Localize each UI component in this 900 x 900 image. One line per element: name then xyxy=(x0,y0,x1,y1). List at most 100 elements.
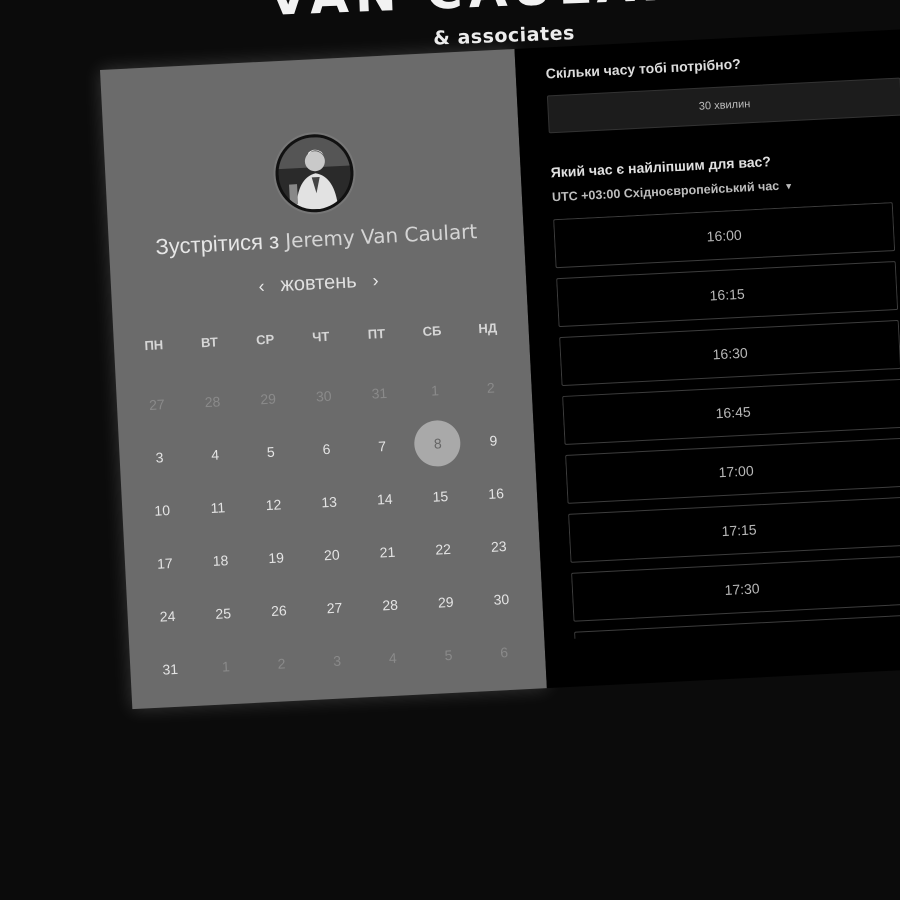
calendar-day-label: 5 xyxy=(266,443,276,460)
calendar-day[interactable]: 27 xyxy=(305,579,363,635)
time-slot-button[interactable]: 16:00 xyxy=(553,202,896,269)
calendar-day[interactable]: 10 xyxy=(133,482,191,538)
time-slot-button[interactable]: 17:15 xyxy=(568,496,900,563)
calendar-day-label: 25 xyxy=(214,604,232,622)
calendar-day[interactable]: 29 xyxy=(417,574,475,630)
month-label: жовтень xyxy=(279,270,358,297)
calendar-day-label: 21 xyxy=(379,543,396,560)
calendar-day-label: 7 xyxy=(377,437,387,454)
calendar-day: 1 xyxy=(197,638,255,694)
calendar-day: 3 xyxy=(308,632,366,688)
calendar-day-label: 16 xyxy=(487,484,505,502)
host-avatar xyxy=(273,132,356,215)
calendar-day[interactable]: 4 xyxy=(186,426,244,482)
calendar-days-grid: 27 28 29 30 31 1 2 3 4 5 6 7 8 9 10 11 12 13 14 15 16 17 18 19 2… xyxy=(128,359,534,696)
time-slot-list: 16:00 16:15 16:30 16:45 17:00 17:15 17:30 xyxy=(553,202,900,639)
calendar-day[interactable]: 21 xyxy=(358,524,416,580)
calendar-day-label: 24 xyxy=(159,607,176,625)
time-slot-button[interactable]: 16:15 xyxy=(556,260,899,328)
calendar-day[interactable]: 14 xyxy=(356,471,414,527)
calendar-day: 4 xyxy=(364,630,422,686)
calendar-day: 29 xyxy=(239,371,297,427)
calendar-day-label: 27 xyxy=(326,598,343,616)
calendar-day-label: 23 xyxy=(490,537,507,555)
host-name: Jeremy Van Caulart xyxy=(284,219,478,253)
scheduling-widget: Зустрітися з Jeremy Van Caulart ‹ жовтен… xyxy=(100,27,900,710)
calendar-day[interactable]: 6 xyxy=(297,421,355,477)
calendar-day[interactable]: 13 xyxy=(300,474,358,530)
chevron-right-icon[interactable]: › xyxy=(368,270,383,292)
time-slot-button[interactable]: 17:00 xyxy=(565,437,900,504)
calendar-day-label: 26 xyxy=(270,601,288,619)
weekday-label: СР xyxy=(255,331,275,348)
calendar-day-label: 15 xyxy=(432,487,449,505)
duration-select[interactable]: 30 хвилин xyxy=(546,77,900,134)
calendar-day-label: 11 xyxy=(210,498,226,516)
calendar-day[interactable]: 25 xyxy=(194,585,252,641)
weekday-label: ПН xyxy=(144,337,164,354)
calendar-day[interactable]: 9 xyxy=(464,412,522,468)
calendar-day[interactable]: 17 xyxy=(136,535,194,591)
calendar-day-label: 2 xyxy=(486,378,495,396)
calendar-day: 30 xyxy=(295,368,353,424)
calendar-day-label: 4 xyxy=(210,445,220,463)
calendar-day[interactable]: 28 xyxy=(361,577,419,633)
meet-prefix: Зустрітися з xyxy=(154,228,280,260)
calendar-day[interactable]: 20 xyxy=(303,527,361,583)
calendar-day[interactable]: 3 xyxy=(130,429,188,485)
calendar-day-label: 10 xyxy=(154,501,171,519)
calendar-day-label: 28 xyxy=(381,596,399,613)
calendar-day-label: 1 xyxy=(430,381,440,399)
calendar-day: 5 xyxy=(419,627,477,683)
calendar-day-label: 31 xyxy=(371,384,388,402)
calendar-day-label: 30 xyxy=(493,590,510,608)
calendar-day-label: 4 xyxy=(388,649,398,666)
calendar-day-label: 29 xyxy=(437,593,454,611)
calendar-day-label: 22 xyxy=(434,540,452,558)
brand-subtitle: & associates xyxy=(432,22,576,50)
calendar-day-selected[interactable]: 8 xyxy=(409,415,467,471)
calendar-day[interactable]: 23 xyxy=(470,518,528,574)
calendar-day: 2 xyxy=(462,359,520,415)
calendar-day-label: 31 xyxy=(162,660,179,678)
calendar-day-label: 3 xyxy=(332,652,342,669)
calendar-day[interactable]: 30 xyxy=(472,571,530,627)
calendar-day[interactable]: 11 xyxy=(189,479,247,535)
calendar-day-label: 14 xyxy=(376,490,393,508)
calendar-day-label: 3 xyxy=(155,448,164,466)
chevron-left-icon[interactable]: ‹ xyxy=(254,276,269,298)
calendar-day-label: 13 xyxy=(320,493,338,510)
calendar-day[interactable]: 12 xyxy=(244,476,302,532)
calendar-day-label: 27 xyxy=(148,395,166,413)
calendar-day-label: 20 xyxy=(323,546,340,563)
weekday-label: СБ xyxy=(422,323,442,339)
calendar-day-label: 2 xyxy=(277,654,286,672)
weekday-label: ПТ xyxy=(367,325,386,342)
calendar-day-label: 6 xyxy=(499,643,509,660)
calendar-day[interactable]: 19 xyxy=(247,529,305,585)
calendar-day: 31 xyxy=(350,365,408,421)
calendar-day: 6 xyxy=(475,624,533,680)
calendar-day-label: 17 xyxy=(156,554,174,572)
calendar-day: 2 xyxy=(252,635,310,691)
calendar-day-label: 29 xyxy=(259,390,277,407)
calendar-day[interactable]: 31 xyxy=(141,641,199,697)
time-slot-button[interactable]: 16:45 xyxy=(562,378,900,445)
calendar-day-label: 19 xyxy=(267,548,285,566)
calendar-day-label: 9 xyxy=(489,431,498,449)
booking-panel: Скільки часу тобі потрібно? 30 хвилин Як… xyxy=(514,27,900,689)
calendar-day[interactable]: 18 xyxy=(191,532,249,588)
calendar-day[interactable]: 16 xyxy=(467,465,525,521)
calendar-day[interactable]: 26 xyxy=(250,582,308,638)
time-slot-button[interactable]: 16:30 xyxy=(559,319,900,387)
calendar-day[interactable]: 24 xyxy=(138,588,196,644)
time-question: Який час є найліпшим для вас? xyxy=(550,153,772,181)
calendar-day[interactable]: 7 xyxy=(353,418,411,474)
calendar-day[interactable]: 22 xyxy=(414,521,472,577)
weekday-label: ЧТ xyxy=(311,328,330,345)
calendar-day-label: 5 xyxy=(444,646,453,663)
timezone-select[interactable]: UTC +03:00 Східноєвропейський час ▼ xyxy=(552,178,794,204)
calendar-day[interactable]: 5 xyxy=(242,423,300,479)
time-slot-button[interactable]: 17:30 xyxy=(571,555,900,622)
calendar-day[interactable]: 15 xyxy=(411,468,469,524)
